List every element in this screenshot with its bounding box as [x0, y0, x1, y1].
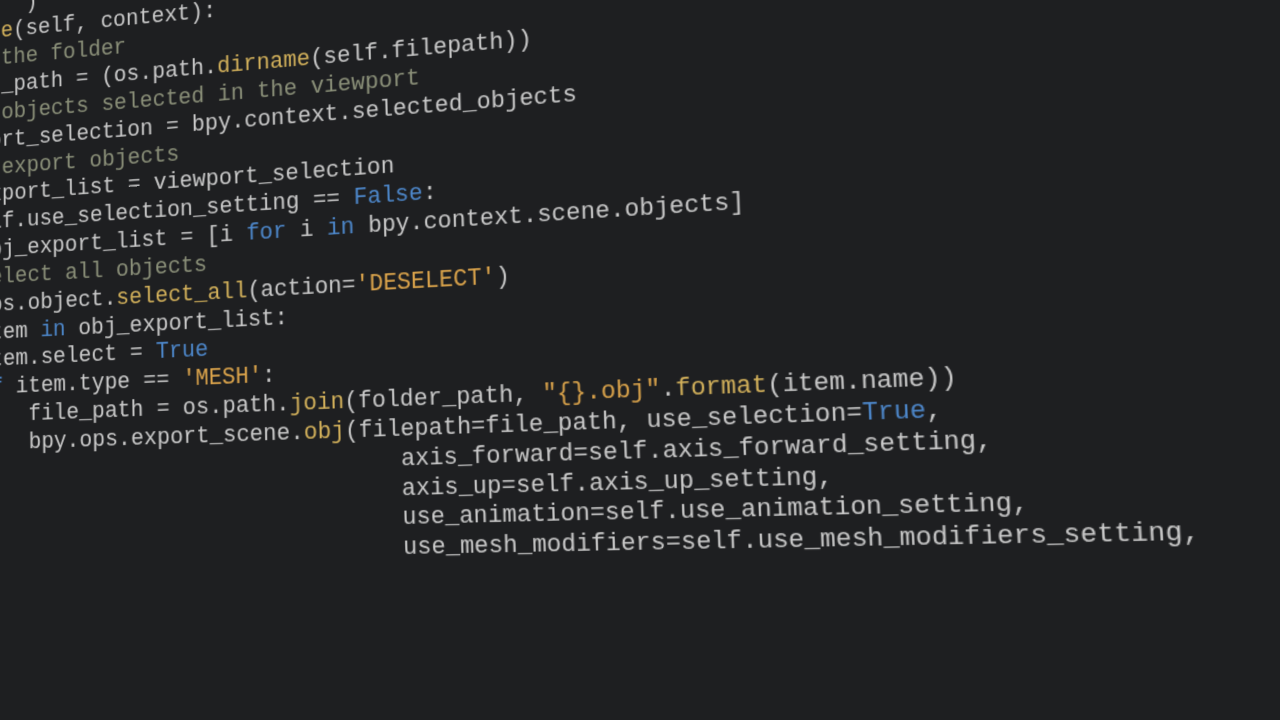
code-token: . [660, 375, 676, 404]
code-token: 'MESH' [182, 363, 262, 393]
code-token: obj [304, 418, 346, 447]
code-token: True [861, 396, 926, 428]
code-token: in [327, 213, 369, 242]
code-token: if [0, 374, 16, 401]
code-token: : [262, 362, 276, 389]
code-token: ) [25, 0, 38, 15]
code-token: format [675, 371, 768, 403]
code-token: for [246, 217, 300, 247]
code-token: False [353, 180, 423, 212]
code-token: "{}.obj" [542, 376, 661, 409]
code-token: True [156, 337, 209, 366]
code-token: : [423, 179, 438, 207]
code-token: , [925, 396, 942, 426]
code-token: join [289, 389, 344, 418]
code-token: in [40, 315, 78, 343]
code-viewport: min=0.01, max=1000.0, default=1.0, )def … [0, 0, 1280, 720]
code-editor[interactable]: min=0.01, max=1000.0, default=1.0, )def … [0, 0, 1280, 573]
code-token: (action= [247, 272, 356, 305]
code-token: ) [495, 263, 510, 291]
code-token: i [300, 216, 328, 244]
code-token: item [0, 317, 40, 346]
